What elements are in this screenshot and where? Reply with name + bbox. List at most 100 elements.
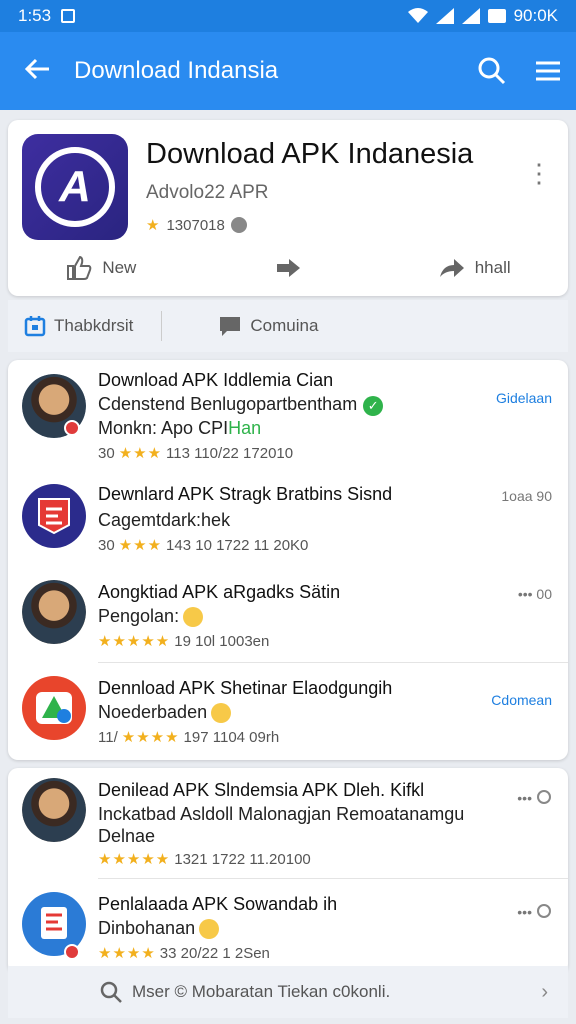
avatar [22,778,86,842]
menu-button[interactable] [520,60,576,82]
list-item-subtitle: Inckatbad Asldoll Malonagjan Remoatanamg… [98,804,465,824]
chevron-right-icon[interactable]: › [541,981,548,1004]
more-dots: ••• [517,790,532,806]
list-item-title: Dewnlard APK Stragk Bratbins Sisnd [98,484,393,504]
verified-icon: ✓ [363,396,384,416]
tab-details[interactable]: Thabkdrsit [8,315,149,337]
list-item[interactable]: Penlalaada APK Sowandab ih Dinbohanan ★★… [8,882,568,972]
signal-icon [435,8,454,24]
list-item[interactable]: Denilead APK Slndemsia APK Dleh. Kifkl I… [8,768,568,878]
app-logo-icon [38,498,70,535]
share-button[interactable] [195,256,382,280]
app-bar-title: Download Indansia [74,57,279,84]
app-logo-icon: A [35,147,115,227]
list-item[interactable]: Aongktiad APK aRgadks Sätin Pengolan: ★★… [8,570,568,662]
info-icon [230,217,247,233]
bottom-search-bar[interactable]: Mser © Mobaratan Tiekan c0konli. › [8,966,568,1018]
like-label: New [102,258,137,277]
list-item-meta: ★★★★ 33 20/22 1 2Sen [98,944,270,963]
status-time: 1:53 [18,6,52,25]
arrow-left-icon [24,58,49,80]
list-item[interactable]: Dewnlard APK Stragk Bratbins Sisnd Cagem… [8,474,568,566]
list-item-action[interactable]: Gidelaan [496,390,552,406]
app-actions: New hhall [8,256,568,280]
tab-bar: Thabkdrsit Comuina [8,300,568,352]
list-item-action[interactable]: Cdomean [491,692,552,708]
list-item-title: Penlalaada APK Sowandab ih [98,894,338,914]
status-badge [64,944,80,960]
avatar [22,580,86,644]
app-logo-icon [36,692,72,724]
more-options-button[interactable]: ••• [517,790,552,806]
list-item-meta: ★★★★★ 1321 1722 11.20100 [98,850,311,869]
bottom-bar-text: Mser © Mobaratan Tiekan c0konli. [132,982,391,1001]
meta-text: 19 10l 1003en [174,632,270,650]
more-options-button[interactable]: ⋮ [526,160,552,186]
battery-text: 90:0K [513,6,558,25]
list-item-subtitle: Noederbaden [98,702,232,724]
more-dots: ••• [517,904,532,920]
forward-label: hhall [474,258,511,277]
app-header-card: A Download APK Indanesia Advolo22 APR ★ … [8,120,568,296]
signal-icon-2 [461,8,480,24]
app-title: Download APK Indanesia [146,138,474,170]
results-list: Download APK Iddlemia Cian Cdenstend Ben… [8,360,568,760]
search-icon [100,981,122,1003]
list-item-subtitle-text: Noederbaden [98,702,208,722]
meta-text: 113 110/22 172010 [166,444,294,462]
list-item-highlight: Han [228,418,262,438]
list-item-meta: 30 ★★★ 113 110/22 172010 [98,444,294,463]
app-logo-icon [41,907,67,939]
status-bar: 1:53 90:0K [0,0,576,32]
list-item-action[interactable]: 1oaa 90 [501,488,552,504]
rating-stars-icon: ★★★★★ [98,633,171,650]
app-icon: A [22,134,128,240]
app-rating: ★ 1307018 [146,216,247,234]
list-item-link[interactable]: Delnae [98,826,155,847]
more-options-button[interactable]: ••• [517,904,552,920]
list-item-title: Aongktiad APK aRgadks Sätin [98,582,341,602]
list-item-meta: 30 ★★★ 143 10 1722 11 20K0 [98,536,309,555]
tab-comments[interactable]: Comuina [202,315,334,337]
divider [98,878,568,879]
comment-icon [537,790,551,804]
rating-stars-icon: ★★★★★ [98,851,171,868]
list-item-subtitle: Cdenstend Benlugopartbentham ✓ [98,394,384,416]
list-item-meta: ★★★★★ 19 10l 1003en [98,632,270,651]
meta-text: 1321 1722 11.20100 [174,850,311,868]
avatar-photo [22,580,86,644]
search-button[interactable] [464,57,520,85]
meta-text: 33 20/22 1 2Sen [159,944,270,962]
list-item-title: Denilead APK Slndemsia APK Dleh. Kifkl [98,780,425,800]
rating-stars-icon: ★★★★ [98,945,156,962]
tab-comments-label: Comuina [250,316,319,335]
thumbs-up-icon [67,256,92,280]
rating-stars-icon: ★★★ [118,445,163,462]
more-options-button[interactable]: ••• 00 [518,586,552,602]
forward-icon [439,259,464,277]
meta-text: 143 10 1722 11 20K0 [166,536,309,554]
list-item[interactable]: Dennload APK Shetinar Elaodgungih Noeder… [8,666,568,758]
list-item-subtitle: Pengolan: [98,606,204,628]
list-item-subtitle-text: Pengolan: [98,606,180,626]
share-icon [277,259,300,277]
emoji-icon [183,607,204,628]
meta-text: 197 1104 09rh [183,728,280,746]
list-item-subtitle: Cagemtdark:hek [98,510,231,530]
notification-icon [61,9,76,23]
wifi-icon [407,8,428,23]
tab-divider [161,311,163,341]
like-button[interactable]: New [8,256,195,280]
comment-icon [537,904,551,918]
meta-prefix: 11/ [98,728,118,746]
app-rating-value: 1307018 [166,216,225,234]
list-item-title: Dennload APK Shetinar Elaodgungih [98,678,393,698]
app-bar: Download Indansia [0,32,576,110]
forward-button[interactable]: hhall [381,256,568,280]
back-button[interactable] [0,54,74,88]
meta-prefix: 30 [98,444,115,462]
emoji-icon [211,703,232,724]
divider [98,662,568,663]
rating-stars-icon: ★★★ [118,537,163,554]
list-item[interactable]: Download APK Iddlemia Cian Cdenstend Ben… [8,360,568,464]
